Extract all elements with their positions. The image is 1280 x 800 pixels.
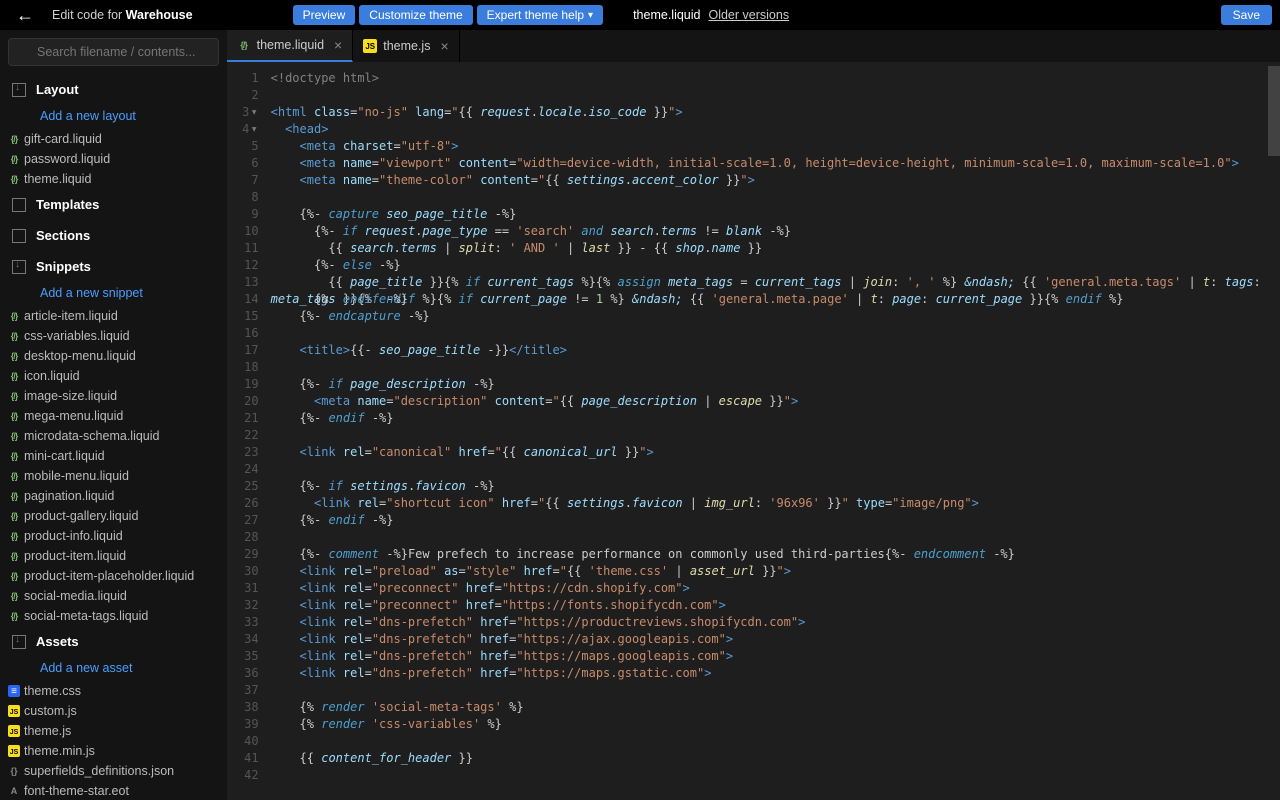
code-content[interactable]: <!doctype html><html class="no-js" lang=… — [265, 62, 1268, 800]
font-icon — [8, 785, 20, 797]
expert-help-button[interactable]: Expert theme help — [477, 5, 603, 25]
older-versions-link[interactable]: Older versions — [708, 8, 789, 22]
file-item[interactable]: theme.css — [0, 681, 227, 701]
file-item[interactable]: product-gallery.liquid — [0, 506, 227, 526]
tab-theme.liquid[interactable]: theme.liquid× — [227, 30, 354, 62]
tab-bar: theme.liquid×theme.js× — [227, 30, 1280, 62]
file-item[interactable]: theme.js — [0, 721, 227, 741]
add-asset-link[interactable]: Add a new asset — [0, 657, 227, 681]
file-item[interactable]: theme.min.js — [0, 741, 227, 761]
scrollbar-thumb[interactable] — [1268, 66, 1280, 156]
file-item[interactable]: product-item.liquid — [0, 546, 227, 566]
section-templates[interactable]: Templates — [0, 189, 227, 220]
add-layout-link[interactable]: Add a new layout — [0, 105, 227, 129]
line-gutter: 1234567891011121314151617181920212223242… — [227, 62, 265, 800]
section-sections[interactable]: Sections — [0, 220, 227, 251]
search-input[interactable] — [8, 38, 219, 66]
preview-button[interactable]: Preview — [293, 5, 356, 25]
liquid-icon — [8, 390, 20, 402]
close-icon[interactable]: × — [440, 38, 448, 54]
file-item[interactable]: font-theme-star.eot — [0, 781, 227, 800]
back-button[interactable]: ← — [8, 5, 42, 26]
file-item[interactable]: icon.liquid — [0, 366, 227, 386]
code-area[interactable]: 1234567891011121314151617181920212223242… — [227, 62, 1280, 800]
liquid-icon — [8, 410, 20, 422]
liquid-icon — [8, 153, 20, 165]
liquid-icon — [8, 350, 20, 362]
liquid-icon — [8, 330, 20, 342]
css-icon — [8, 685, 20, 697]
file-item[interactable]: social-meta-tags.liquid — [0, 606, 227, 626]
liquid-icon — [8, 133, 20, 145]
file-item[interactable]: custom.js — [0, 701, 227, 721]
liquid-icon — [8, 370, 20, 382]
editor: theme.liquid×theme.js× 12345678910111213… — [227, 30, 1280, 800]
file-item[interactable]: gift-card.liquid — [0, 129, 227, 149]
liquid-icon — [8, 310, 20, 322]
liquid-icon — [8, 550, 20, 562]
section-layout[interactable]: Layout — [0, 74, 227, 105]
liquid-icon — [8, 173, 20, 185]
liquid-icon — [237, 38, 251, 52]
js-icon — [8, 705, 20, 717]
file-item[interactable]: desktop-menu.liquid — [0, 346, 227, 366]
download-icon — [12, 260, 26, 274]
file-item[interactable]: css-variables.liquid — [0, 326, 227, 346]
liquid-icon — [8, 450, 20, 462]
page-title: Edit code for Warehouse — [52, 8, 193, 22]
liquid-icon — [8, 610, 20, 622]
liquid-icon — [8, 590, 20, 602]
liquid-icon — [8, 530, 20, 542]
save-button[interactable]: Save — [1221, 5, 1272, 25]
file-item[interactable]: mobile-menu.liquid — [0, 466, 227, 486]
liquid-icon — [8, 470, 20, 482]
file-item[interactable]: microdata-schema.liquid — [0, 426, 227, 446]
file-item[interactable]: product-item-placeholder.liquid — [0, 566, 227, 586]
top-bar: ← Edit code for Warehouse Preview Custom… — [0, 0, 1280, 30]
add-snippet-link[interactable]: Add a new snippet — [0, 282, 227, 306]
action-buttons: Preview Customize theme Expert theme hel… — [293, 5, 603, 25]
file-item[interactable]: mini-cart.liquid — [0, 446, 227, 466]
sidebar: Layout Add a new layout gift-card.liquid… — [0, 30, 227, 800]
file-item[interactable]: password.liquid — [0, 149, 227, 169]
file-item[interactable]: theme.liquid — [0, 169, 227, 189]
liquid-icon — [8, 490, 20, 502]
file-item[interactable]: superfields_definitions.json — [0, 761, 227, 781]
search-wrap — [0, 30, 227, 74]
file-item[interactable]: mega-menu.liquid — [0, 406, 227, 426]
js-icon — [8, 725, 20, 737]
download-icon — [12, 83, 26, 97]
section-snippets[interactable]: Snippets — [0, 251, 227, 282]
liquid-icon — [8, 430, 20, 442]
liquid-icon — [8, 570, 20, 582]
file-item[interactable]: article-item.liquid — [0, 306, 227, 326]
section-assets[interactable]: Assets — [0, 626, 227, 657]
customize-button[interactable]: Customize theme — [359, 5, 472, 25]
tab-theme.js[interactable]: theme.js× — [353, 30, 459, 62]
liquid-icon — [8, 510, 20, 522]
scrollbar[interactable] — [1268, 62, 1280, 800]
js-icon — [8, 745, 20, 757]
download-icon — [12, 635, 26, 649]
json-icon — [8, 765, 20, 777]
file-item[interactable]: social-media.liquid — [0, 586, 227, 606]
file-item[interactable]: pagination.liquid — [0, 486, 227, 506]
folder-icon — [12, 198, 26, 212]
file-item[interactable]: product-info.liquid — [0, 526, 227, 546]
folder-icon — [12, 229, 26, 243]
js-icon — [363, 39, 377, 53]
close-icon[interactable]: × — [334, 37, 342, 53]
file-info: theme.liquidOlder versions — [633, 8, 789, 22]
file-item[interactable]: image-size.liquid — [0, 386, 227, 406]
